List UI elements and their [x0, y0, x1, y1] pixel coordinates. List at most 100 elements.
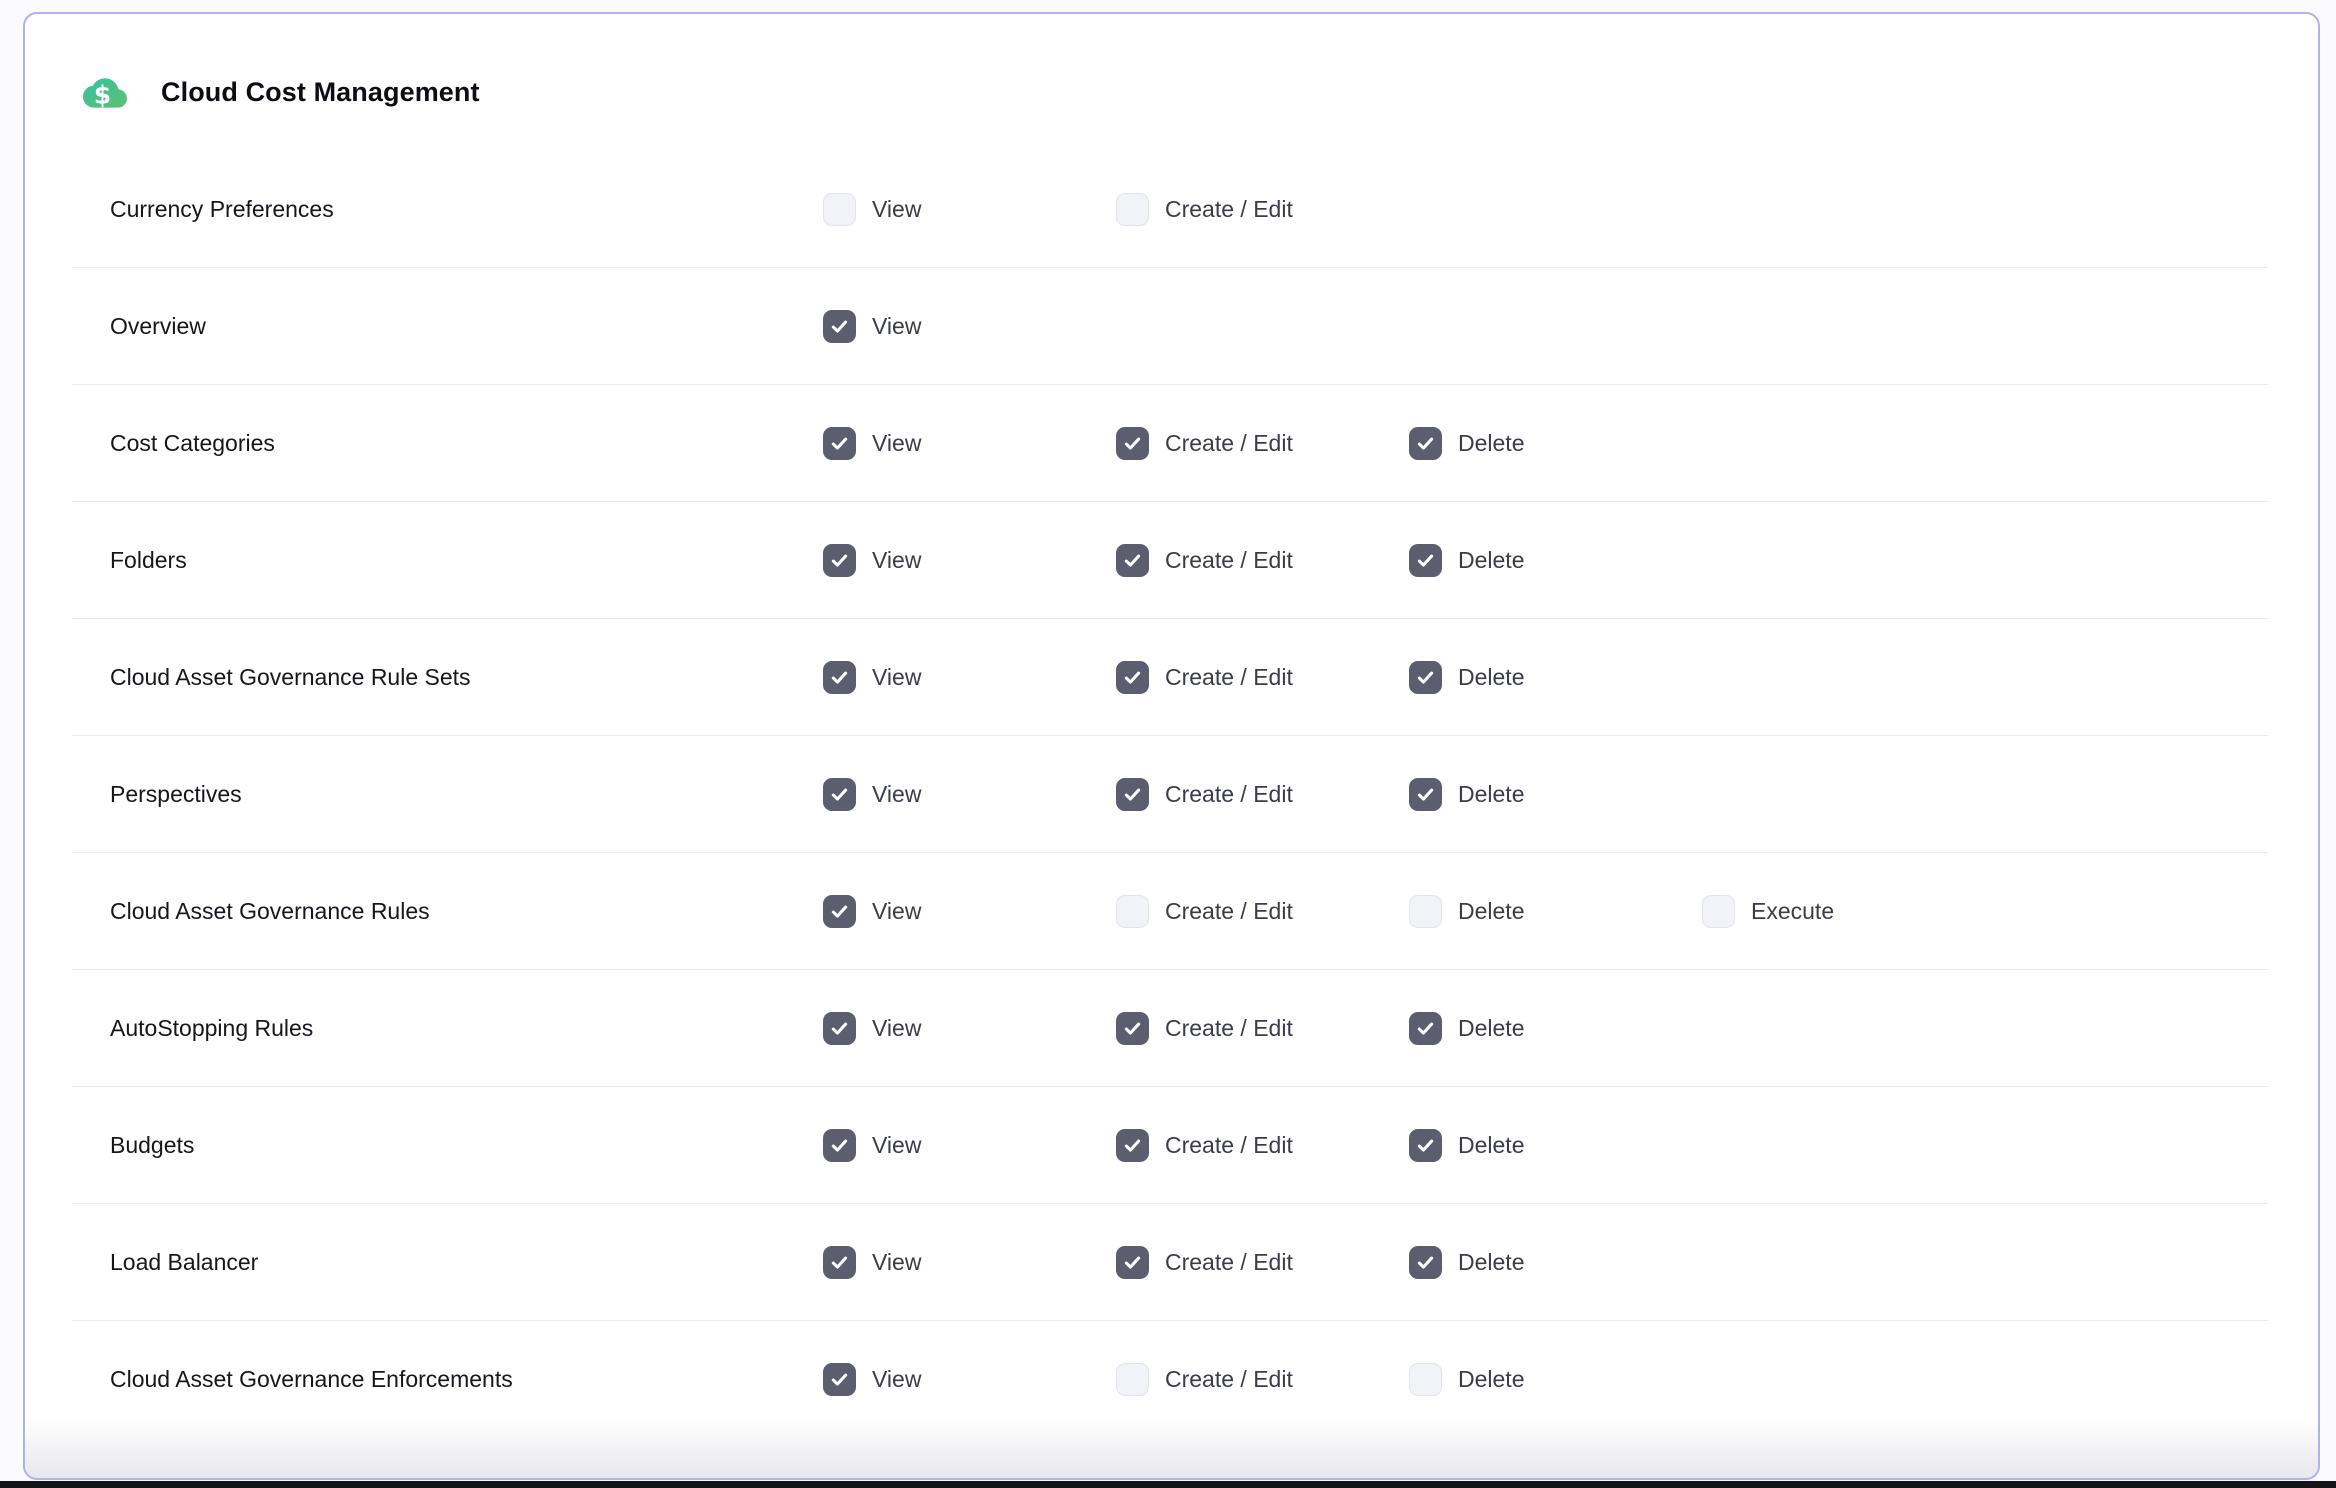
delete-permission-cell[interactable]: Delete [1409, 427, 1702, 460]
create-edit-permission-cell[interactable]: Create / Edit [1116, 544, 1409, 577]
delete-checkbox[interactable] [1409, 1363, 1442, 1396]
permission-label: View [872, 430, 921, 457]
panel-header: $ Cloud Cost Management [25, 14, 2318, 151]
window-bottom-edge [0, 1481, 2336, 1488]
resource-label: Load Balancer [110, 1249, 823, 1276]
permission-label: Create / Edit [1165, 547, 1293, 574]
delete-checkbox[interactable] [1409, 778, 1442, 811]
permission-label: Delete [1458, 1249, 1524, 1276]
table-row: PerspectivesViewCreate / EditDelete [72, 736, 2268, 853]
create-edit-checkbox[interactable] [1116, 544, 1149, 577]
create-edit-permission-cell[interactable]: Create / Edit [1116, 895, 1409, 928]
delete-permission-cell[interactable]: Delete [1409, 1012, 1702, 1045]
permission-label: View [872, 1366, 921, 1393]
resource-label: Cloud Asset Governance Rules [110, 898, 823, 925]
view-checkbox[interactable] [823, 895, 856, 928]
create-edit-checkbox[interactable] [1116, 1363, 1149, 1396]
resource-label: Currency Preferences [110, 196, 823, 223]
permission-label: Create / Edit [1165, 430, 1293, 457]
permission-label: Create / Edit [1165, 781, 1293, 808]
view-checkbox[interactable] [823, 661, 856, 694]
view-permission-cell[interactable]: View [823, 778, 1116, 811]
create-edit-permission-cell[interactable]: Create / Edit [1116, 1129, 1409, 1162]
create-edit-checkbox[interactable] [1116, 778, 1149, 811]
view-permission-cell[interactable]: View [823, 1129, 1116, 1162]
view-checkbox[interactable] [823, 427, 856, 460]
table-row: OverviewView [72, 268, 2268, 385]
view-permission-cell[interactable]: View [823, 427, 1116, 460]
permission-label: Delete [1458, 781, 1524, 808]
permission-label: Delete [1458, 1132, 1524, 1159]
table-row: Cost CategoriesViewCreate / EditDelete [72, 385, 2268, 502]
delete-permission-cell[interactable]: Delete [1409, 1363, 1702, 1396]
view-permission-cell[interactable]: View [823, 544, 1116, 577]
delete-checkbox[interactable] [1409, 427, 1442, 460]
create-edit-permission-cell[interactable]: Create / Edit [1116, 1012, 1409, 1045]
view-checkbox[interactable] [823, 1129, 856, 1162]
table-row: Cloud Asset Governance Rules View Create /… [72, 853, 2268, 970]
page-title: Cloud Cost Management [161, 77, 480, 108]
view-permission-cell[interactable]: View [823, 310, 1116, 343]
create-edit-checkbox[interactable] [1116, 1129, 1149, 1162]
view-checkbox[interactable] [823, 778, 856, 811]
view-checkbox[interactable] [823, 310, 856, 343]
view-checkbox[interactable] [823, 544, 856, 577]
create-edit-permission-cell[interactable]: Create / Edit [1116, 778, 1409, 811]
delete-checkbox[interactable] [1409, 1129, 1442, 1162]
permission-label: View [872, 1249, 921, 1276]
table-row: Load Balancer View Create / Edit Delete [72, 1204, 2268, 1321]
permission-label: Execute [1751, 898, 1834, 925]
delete-checkbox[interactable] [1409, 661, 1442, 694]
create-edit-permission-cell[interactable]: Create / Edit [1116, 427, 1409, 460]
delete-permission-cell[interactable]: Delete [1409, 895, 1702, 928]
create-edit-checkbox[interactable] [1116, 661, 1149, 694]
permission-label: View [872, 1132, 921, 1159]
view-permission-cell[interactable]: View [823, 1246, 1116, 1279]
view-permission-cell[interactable]: View [823, 1363, 1116, 1396]
permission-label: Create / Edit [1165, 196, 1293, 223]
delete-permission-cell[interactable]: Delete [1409, 544, 1702, 577]
create-edit-checkbox[interactable] [1116, 1012, 1149, 1045]
delete-checkbox[interactable] [1409, 895, 1442, 928]
table-row: Currency PreferencesView Create / Edit [72, 151, 2268, 268]
resource-label: Overview [110, 313, 823, 340]
table-row: Cloud Asset Governance Enforcements View C… [72, 1321, 2268, 1438]
view-checkbox[interactable] [823, 1012, 856, 1045]
delete-permission-cell[interactable]: Delete [1409, 661, 1702, 694]
view-checkbox[interactable] [823, 193, 856, 226]
view-permission-cell[interactable]: View [823, 661, 1116, 694]
delete-checkbox[interactable] [1409, 1246, 1442, 1279]
create-edit-permission-cell[interactable]: Create / Edit [1116, 661, 1409, 694]
delete-checkbox[interactable] [1409, 1012, 1442, 1045]
view-checkbox[interactable] [823, 1363, 856, 1396]
view-checkbox[interactable] [823, 1246, 856, 1279]
delete-checkbox[interactable] [1409, 544, 1442, 577]
permissions-table: Currency PreferencesViewCreate / EditOve… [72, 151, 2268, 1438]
create-edit-permission-cell[interactable]: Create / Edit [1116, 1363, 1409, 1396]
create-edit-checkbox[interactable] [1116, 193, 1149, 226]
resource-label: Cloud Asset Governance Enforcements [110, 1366, 823, 1393]
create-edit-checkbox[interactable] [1116, 1246, 1149, 1279]
view-permission-cell[interactable]: View [823, 193, 1116, 226]
view-permission-cell[interactable]: View [823, 1012, 1116, 1045]
permission-label: Delete [1458, 1015, 1524, 1042]
delete-permission-cell[interactable]: Delete [1409, 778, 1702, 811]
svg-text:$: $ [94, 80, 111, 109]
create-edit-checkbox[interactable] [1116, 427, 1149, 460]
permission-label: View [872, 898, 921, 925]
permission-label: Delete [1458, 1366, 1524, 1393]
create-edit-permission-cell[interactable]: Create / Edit [1116, 193, 1409, 226]
delete-permission-cell[interactable]: Delete [1409, 1246, 1702, 1279]
create-edit-permission-cell[interactable]: Create / Edit [1116, 1246, 1409, 1279]
delete-permission-cell[interactable]: Delete [1409, 1129, 1702, 1162]
permission-label: Create / Edit [1165, 664, 1293, 691]
resource-label: Folders [110, 547, 823, 574]
permission-label: Create / Edit [1165, 898, 1293, 925]
permission-label: Create / Edit [1165, 1015, 1293, 1042]
execute-checkbox[interactable] [1702, 895, 1735, 928]
execute-permission-cell[interactable]: Execute [1702, 895, 1995, 928]
permission-label: Delete [1458, 547, 1524, 574]
table-row: BudgetsViewCreate / EditDelete [72, 1087, 2268, 1204]
create-edit-checkbox[interactable] [1116, 895, 1149, 928]
view-permission-cell[interactable]: View [823, 895, 1116, 928]
